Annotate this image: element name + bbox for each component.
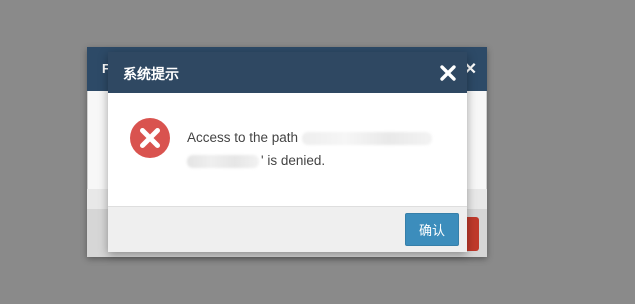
dialog-title: 系统提示 bbox=[123, 66, 179, 82]
error-circle-icon bbox=[130, 118, 170, 158]
redacted-path-part-1 bbox=[302, 131, 433, 145]
confirm-button[interactable]: 确认 bbox=[405, 213, 459, 246]
alert-dialog: 系统提示 Access to the path ' is denied. 确认 bbox=[108, 52, 467, 252]
message-suffix: ' is denied. bbox=[261, 153, 326, 168]
message-prefix: Access to the path bbox=[187, 130, 299, 145]
redacted-path-part-2 bbox=[187, 154, 259, 168]
dialog-footer: 确认 bbox=[108, 206, 467, 252]
dialog-body: Access to the path ' is denied. bbox=[108, 93, 467, 206]
close-icon[interactable] bbox=[439, 64, 457, 82]
dialog-header: 系统提示 bbox=[108, 52, 467, 93]
error-message: Access to the path ' is denied. bbox=[187, 126, 457, 172]
